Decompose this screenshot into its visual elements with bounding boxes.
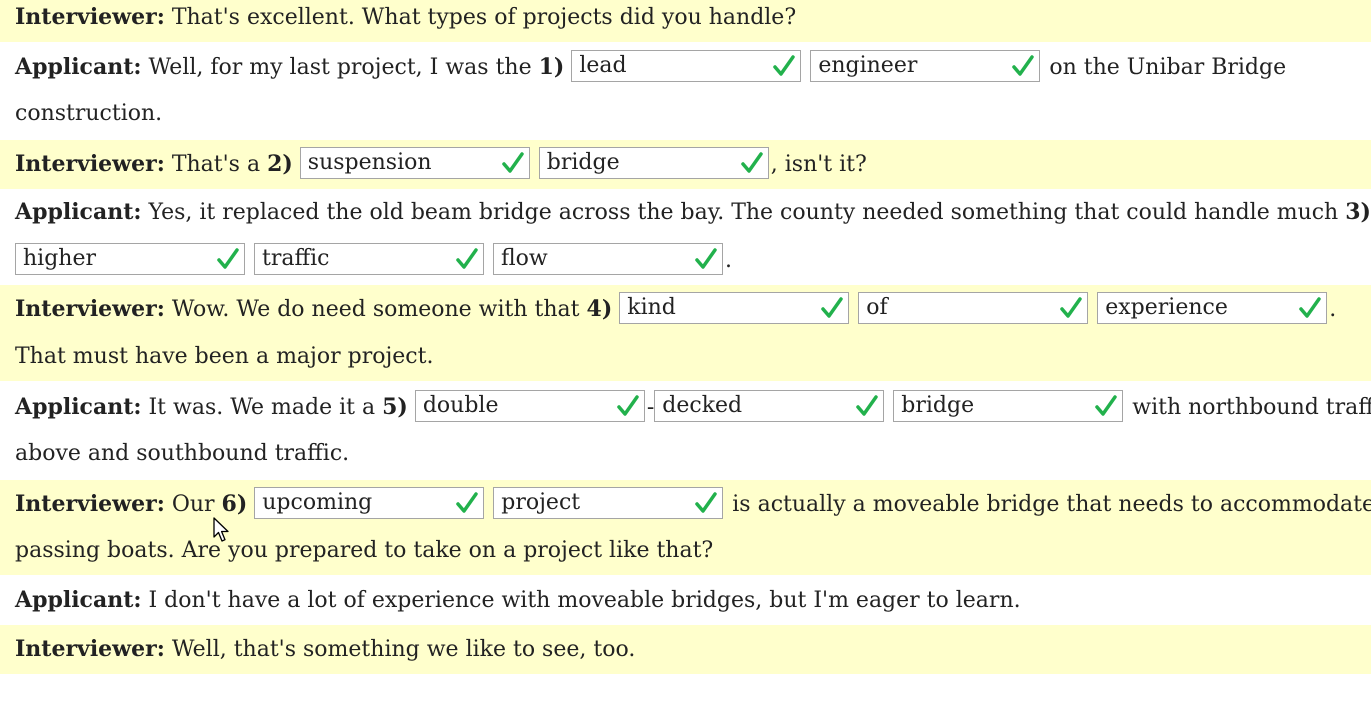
line-text: Well, that's something we like to see, t…	[164, 637, 636, 662]
dialogue-line-continuation: passing boats. Are you prepared to take …	[0, 527, 1371, 575]
answer-value: double	[422, 393, 499, 418]
speaker-label: Interviewer:	[15, 296, 165, 322]
speaker-label: Interviewer:	[15, 151, 165, 177]
line-text: on the Unibar Bridge	[1042, 55, 1287, 80]
line-text: It was. We made it a	[141, 395, 383, 420]
line-text: .	[725, 248, 732, 273]
answer-value: flow	[501, 246, 548, 271]
answer-value: bridge	[901, 393, 975, 418]
checkmark-icon	[695, 248, 717, 269]
dialogue-line-continuation: construction.	[0, 90, 1371, 138]
question-number: 4)	[586, 296, 613, 322]
answer-value: kind	[627, 295, 676, 320]
dialogue-line-applicant-3: Applicant: It was. We made it a 5) doubl…	[0, 383, 1371, 432]
answer-field[interactable]: experience	[1097, 292, 1328, 324]
question-number: 1)	[538, 54, 565, 80]
answer-field[interactable]: project	[493, 487, 724, 519]
speaker-label: Interviewer:	[15, 4, 165, 30]
line-text: Wow. We do need someone with that	[164, 297, 587, 322]
line-text: , isn't it?	[770, 152, 867, 177]
answer-field[interactable]: higher	[15, 243, 245, 275]
answer-value: higher	[23, 246, 96, 271]
answer-value: lead	[579, 53, 627, 78]
dialogue-line-interviewer-1: Interviewer: That's excellent. What type…	[0, 0, 1371, 42]
dialogue-line-interviewer-4: Interviewer: Our 6) upcoming project is …	[0, 480, 1371, 529]
checkmark-icon	[617, 395, 639, 416]
line-text: That's excellent. What types of projects…	[164, 5, 797, 30]
line-text: .	[1329, 297, 1337, 322]
answer-value: decked	[662, 393, 743, 418]
checkmark-icon	[1095, 395, 1118, 416]
answer-field[interactable]: flow	[493, 243, 723, 275]
line-text: above and southbound traffic.	[15, 441, 350, 466]
dialogue-line-interviewer-2: Interviewer: That's a 2) suspension brid…	[0, 140, 1371, 189]
answer-field[interactable]: suspension	[299, 147, 530, 179]
checkmark-icon	[1299, 297, 1321, 318]
dialogue-line-applicant-4: Applicant: I don't have a lot of experie…	[0, 576, 1371, 625]
speaker-label: Applicant:	[15, 587, 142, 613]
hyphen-separator: -	[646, 395, 655, 420]
checkmark-icon	[856, 395, 879, 416]
answer-value: traffic	[262, 246, 330, 271]
dialogue-line-interviewer-3: Interviewer: Wow. We do need someone wit…	[0, 285, 1371, 333]
answer-value: of	[866, 295, 888, 320]
checkmark-icon	[821, 297, 843, 318]
answer-field[interactable]: kind	[619, 292, 850, 324]
line-text: passing boats. Are you prepared to take …	[15, 538, 714, 563]
answer-value: experience	[1105, 295, 1228, 320]
dialogue-line-applicant-2: Applicant: Yes, it replaced the old beam…	[0, 188, 1371, 237]
speaker-label: Interviewer:	[15, 491, 165, 517]
checkmark-icon	[502, 152, 524, 173]
question-number: 5)	[382, 394, 408, 420]
checkmark-icon	[741, 152, 763, 173]
answer-field[interactable]: lead	[571, 50, 802, 82]
answer-field[interactable]: bridge	[893, 390, 1124, 422]
dialogue-line-continuation: above and southbound traffic.	[0, 430, 1371, 478]
answer-field[interactable]: double	[414, 390, 645, 422]
speaker-label: Interviewer:	[15, 636, 165, 662]
checkmark-icon	[456, 248, 478, 269]
answer-field[interactable]: bridge	[538, 147, 769, 179]
line-text: Our	[164, 492, 222, 517]
checkmark-icon	[1012, 55, 1035, 76]
dialogue-line-continuation: That must have been a major project.	[0, 333, 1371, 381]
line-text: Well, for my last project, I was the	[141, 55, 539, 80]
question-number: 3)	[1345, 199, 1371, 225]
line-text: construction.	[15, 101, 163, 126]
checkmark-icon	[695, 492, 718, 513]
answer-value: engineer	[818, 53, 918, 78]
checkmark-icon	[1060, 297, 1082, 318]
line-text: That must have been a major project.	[15, 344, 434, 369]
answer-field[interactable]: of	[858, 292, 1089, 324]
answer-field[interactable]: decked	[654, 390, 885, 422]
dialogue-line-answers: higher traffic flow.	[0, 237, 1371, 285]
dialogue-line-applicant-1: Applicant: Well, for my last project, I …	[0, 43, 1371, 92]
answer-value: upcoming	[262, 490, 373, 515]
answer-field[interactable]: upcoming	[254, 487, 485, 519]
line-text: Yes, it replaced the old beam bridge acr…	[141, 200, 1346, 225]
answer-value: project	[501, 490, 581, 515]
speaker-label: Applicant:	[15, 54, 142, 80]
checkmark-icon	[217, 248, 239, 269]
question-number: 2)	[267, 151, 293, 177]
question-number: 6)	[221, 491, 248, 517]
mouse-cursor-icon	[213, 517, 229, 542]
answer-field[interactable]: traffic	[254, 243, 484, 275]
speaker-label: Applicant:	[15, 199, 142, 225]
line-text: I don't have a lot of experience with mo…	[141, 588, 1021, 613]
answer-field[interactable]: engineer	[810, 50, 1041, 82]
answer-value: bridge	[546, 150, 620, 175]
speaker-label: Applicant:	[15, 394, 142, 420]
line-text: with northbound traffic	[1125, 395, 1371, 420]
checkmark-icon	[773, 55, 796, 76]
line-text: is actually a moveable bridge that needs…	[725, 492, 1371, 517]
answer-value: suspension	[307, 150, 432, 175]
dialogue-line-interviewer-5: Interviewer: Well, that's something we l…	[0, 625, 1371, 674]
checkmark-icon	[456, 492, 479, 513]
line-text: That's a	[164, 152, 268, 177]
